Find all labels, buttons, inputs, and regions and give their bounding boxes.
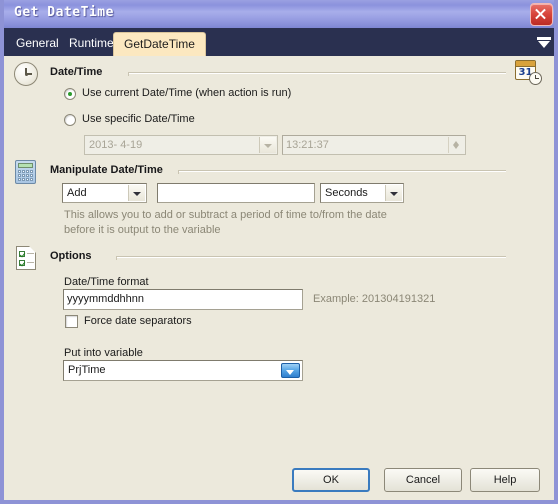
calendar-clock-icon-minute-hand: [535, 78, 539, 79]
variable-select-value: PrjTime: [68, 364, 106, 376]
group-divider-datetime: [128, 72, 506, 74]
manipulate-hint-line-2: before it is output to the variable: [64, 224, 221, 236]
force-date-separators-checkbox[interactable]: [65, 315, 78, 328]
radio-use-current-datetime-label[interactable]: Use current Date/Time (when action is ru…: [82, 87, 291, 99]
variable-select[interactable]: PrjTime: [63, 360, 303, 381]
group-divider-cap-options: [116, 256, 117, 260]
chevron-down-icon: [390, 192, 398, 196]
radio-use-specific-datetime-indicator[interactable]: [64, 114, 76, 126]
tab-strip: General Runtime GetDateTime: [4, 28, 554, 57]
radio-use-specific-datetime-label[interactable]: Use specific Date/Time: [82, 113, 195, 125]
calculator-icon-body: [15, 160, 36, 184]
specific-date-picker-value: 2013- 4-19: [89, 139, 143, 151]
chevron-down-icon: [286, 370, 294, 375]
group-title-manipulate: Manipulate Date/Time: [50, 164, 168, 176]
unit-select[interactable]: Seconds: [320, 183, 404, 203]
cancel-button[interactable]: Cancel: [384, 468, 462, 492]
put-into-variable-label: Put into variable: [64, 347, 143, 359]
group-divider-manipulate: [178, 170, 506, 172]
specific-time-field[interactable]: 13:21:37: [282, 135, 466, 155]
checklist-document-icon-check-2: [19, 260, 25, 266]
manipulate-hint-line-1: This allows you to add or subtract a per…: [64, 209, 387, 221]
clock-icon-face: [14, 62, 38, 86]
checklist-document-icon: [16, 246, 42, 272]
group-title-datetime: Date/Time: [50, 66, 108, 78]
dialog-window: Get DateTime General Runtime GetDateTime…: [0, 0, 558, 504]
datetime-format-label: Date/Time format: [64, 276, 149, 288]
specific-date-picker-dropdown[interactable]: [259, 137, 276, 153]
ok-button[interactable]: OK: [292, 468, 370, 492]
variable-select-dropdown[interactable]: [281, 363, 300, 378]
checklist-document-icon-check-1: [19, 251, 25, 257]
calendar-clock-icon-clock: [529, 72, 542, 85]
window-title: Get DateTime: [14, 5, 114, 20]
chevron-down-icon-triangle: [538, 41, 550, 48]
specific-date-picker[interactable]: 2013- 4-19: [84, 135, 278, 155]
format-example-text: Example: 201304191321: [313, 293, 436, 305]
chevron-down-icon-bar: [537, 37, 551, 40]
tab-getdatetime[interactable]: GetDateTime: [113, 32, 206, 57]
checklist-document-icon-line-2: [27, 262, 34, 263]
operation-select-value: Add: [67, 187, 87, 199]
amount-input[interactable]: [157, 183, 315, 203]
title-bar: Get DateTime: [4, 0, 554, 29]
clock-icon-center: [24, 72, 28, 76]
group-title-options: Options: [50, 250, 97, 262]
force-date-separators-label[interactable]: Force date separators: [84, 315, 192, 327]
chevron-down-icon[interactable]: [537, 37, 551, 49]
group-divider-options: [116, 256, 506, 258]
checklist-document-icon-fold: [29, 246, 36, 253]
datetime-format-input[interactable]: yyyymmddhhnn: [63, 289, 303, 310]
calculator-icon-screen: [18, 163, 33, 168]
group-divider-cap-manipulate: [178, 170, 179, 174]
spinner-down-icon[interactable]: [453, 145, 459, 149]
calculator-icon-keys: [18, 170, 33, 181]
checklist-document-icon-page: [16, 246, 36, 270]
clock-icon: [14, 62, 40, 88]
chevron-down-icon: [264, 144, 272, 148]
unit-select-value: Seconds: [325, 187, 368, 199]
dialog-body: Date/Time 31 Use current Date/Time (when…: [4, 56, 554, 500]
specific-time-field-spinner[interactable]: [448, 137, 464, 153]
operation-select[interactable]: Add: [62, 183, 147, 203]
datetime-format-input-value: yyyymmddhhnn: [67, 293, 145, 305]
calculator-icon: [15, 160, 41, 186]
radio-use-current-datetime-indicator[interactable]: [64, 88, 76, 100]
specific-time-field-value: 13:21:37: [286, 139, 329, 151]
group-divider-cap-datetime: [128, 72, 129, 76]
chevron-down-icon: [133, 192, 141, 196]
help-button[interactable]: Help: [470, 468, 540, 492]
operation-select-dropdown[interactable]: [128, 185, 145, 201]
close-icon[interactable]: [530, 3, 553, 26]
unit-select-dropdown[interactable]: [385, 185, 402, 201]
checklist-document-icon-line-1: [27, 253, 34, 254]
